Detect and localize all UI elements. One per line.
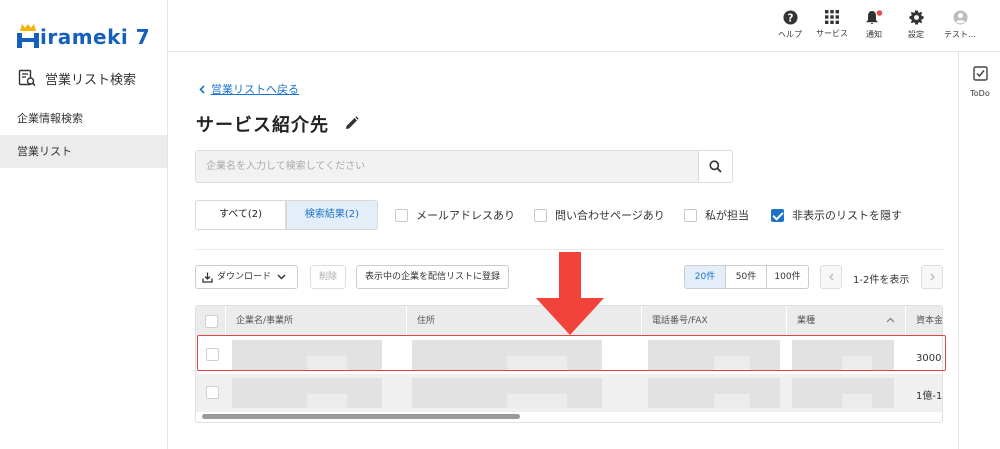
todo-label: ToDo [970, 89, 990, 98]
row-highlight-annotation [197, 335, 946, 371]
chevron-down-icon [277, 274, 286, 280]
help-label: ヘルプ [778, 30, 802, 39]
capital-cell: 1億-10 [916, 391, 943, 402]
filter-assigned-to-me-label: 私が担当 [705, 209, 749, 222]
bell-icon [866, 10, 883, 24]
sidebar-title: 営業リスト検索 [18, 66, 136, 90]
column-header-phone[interactable]: 電話番号/FAX [642, 306, 787, 336]
back-to-sales-list-link[interactable]: 営業リストへ戻る [199, 81, 299, 97]
download-button[interactable]: ダウンロード [195, 265, 298, 289]
column-header-industry[interactable]: 業種 [787, 306, 906, 336]
chevron-up-icon [886, 317, 895, 323]
tab-results-count: (2) [344, 209, 360, 220]
chevron-left-icon [828, 273, 833, 281]
arrow-down-icon [536, 252, 604, 335]
notifications-label: 通知 [866, 30, 882, 39]
column-header-capital[interactable]: 資本金 [906, 306, 942, 336]
company-cell[interactable] [232, 374, 382, 412]
industry-header-label: 業種 [797, 316, 816, 326]
settings-button[interactable]: 設定 [898, 10, 934, 40]
download-icon [202, 272, 213, 283]
logo-mark-icon [17, 24, 39, 48]
brand-name: irameki 7 [40, 25, 151, 49]
svg-text:?: ? [787, 12, 793, 24]
filter-assigned-to-me[interactable]: 私が担当 [684, 207, 749, 223]
next-page-button[interactable] [921, 265, 943, 289]
settings-label: 設定 [908, 30, 924, 39]
grid-icon [825, 10, 839, 24]
filter-hide-hidden-lists-checkbox[interactable] [771, 208, 784, 222]
top-bar: ? ヘルプ サービス 通知 設定 テスト… [168, 0, 1000, 52]
horizontal-scrollbar[interactable] [202, 414, 520, 419]
brand-logo[interactable]: irameki 7 [17, 18, 150, 48]
sidebar-item-company-search[interactable]: 企業情報検索 [0, 102, 167, 135]
page-title: サービス紹介先 [196, 115, 329, 136]
tab-search-results[interactable]: 検索結果(2) [286, 200, 378, 230]
section-divider [195, 249, 943, 250]
industry-cell [792, 374, 894, 412]
filter-hide-hidden-lists-label: 非表示のリストを隠す [792, 209, 902, 222]
services-label: サービス [816, 29, 848, 38]
download-label: ダウンロード [217, 272, 272, 282]
page-size-50[interactable]: 50件 [726, 266, 767, 288]
tab-all-count: (2) [247, 209, 263, 220]
pencil-icon[interactable] [345, 116, 359, 130]
chevron-left-icon [199, 84, 205, 94]
select-all-checkbox[interactable] [205, 315, 218, 328]
table-row[interactable]: 1億-10 [196, 374, 942, 412]
row-checkbox[interactable] [206, 386, 219, 399]
delete-button[interactable]: 削除 [310, 265, 347, 289]
register-to-delivery-list-button[interactable]: 表示中の企業を配信リストに登録 [356, 265, 510, 289]
tab-results-label: 検索結果 [304, 209, 345, 220]
filter-has-contact-page-label: 問い合わせページあり [555, 209, 665, 222]
pagination-info: 1-2件を表示 [853, 275, 910, 286]
search-icon [709, 160, 722, 173]
address-cell [412, 374, 602, 412]
user-icon [952, 10, 968, 25]
sidebar-title-label: 営業リスト検索 [45, 72, 137, 88]
filter-assigned-to-me-checkbox[interactable] [684, 208, 697, 222]
column-header-address[interactable]: 住所 [407, 306, 642, 336]
filter-has-email[interactable]: メールアドレスあり [395, 207, 515, 223]
filter-has-contact-page[interactable]: 問い合わせページあり [534, 207, 665, 223]
prev-page-button[interactable] [820, 265, 842, 289]
todo-panel: ToDo [958, 52, 1000, 449]
select-all-cell [196, 306, 226, 336]
user-label: テスト… [944, 30, 976, 39]
sidebar-item-sales-list[interactable]: 営業リスト [0, 135, 167, 168]
filter-has-email-label: メールアドレスあり [416, 209, 515, 222]
todo-check-icon [973, 66, 988, 81]
search-box [195, 150, 733, 183]
phone-cell [648, 374, 780, 412]
help-button[interactable]: ? ヘルプ [772, 10, 808, 40]
chevron-right-icon [930, 273, 935, 281]
search-button[interactable] [698, 151, 732, 182]
gear-icon [908, 10, 924, 25]
back-link-label: 営業リストへ戻る [211, 83, 299, 96]
tab-all-label: すべて [218, 209, 248, 220]
tab-all[interactable]: すべて(2) [195, 200, 286, 230]
page-size-20[interactable]: 20件 [685, 266, 726, 288]
notifications-button[interactable]: 通知 [856, 10, 892, 40]
filter-has-email-checkbox[interactable] [395, 208, 408, 222]
page-size-100[interactable]: 100件 [767, 266, 808, 288]
page-size-selector: 20件 50件 100件 [684, 265, 809, 289]
company-search-input[interactable] [196, 151, 699, 182]
sidebar: irameki 7 営業リスト検索 企業情報検索 営業リスト [0, 0, 168, 449]
filter-hide-hidden-lists[interactable]: 非表示のリストを隠す [771, 207, 902, 223]
user-menu-button[interactable]: テスト… [940, 10, 980, 40]
filter-has-contact-page-checkbox[interactable] [534, 208, 547, 222]
help-icon: ? [782, 10, 798, 25]
list-search-icon [18, 69, 36, 87]
services-button[interactable]: サービス [814, 10, 850, 39]
column-header-company[interactable]: 企業名/事業所 [226, 306, 407, 336]
